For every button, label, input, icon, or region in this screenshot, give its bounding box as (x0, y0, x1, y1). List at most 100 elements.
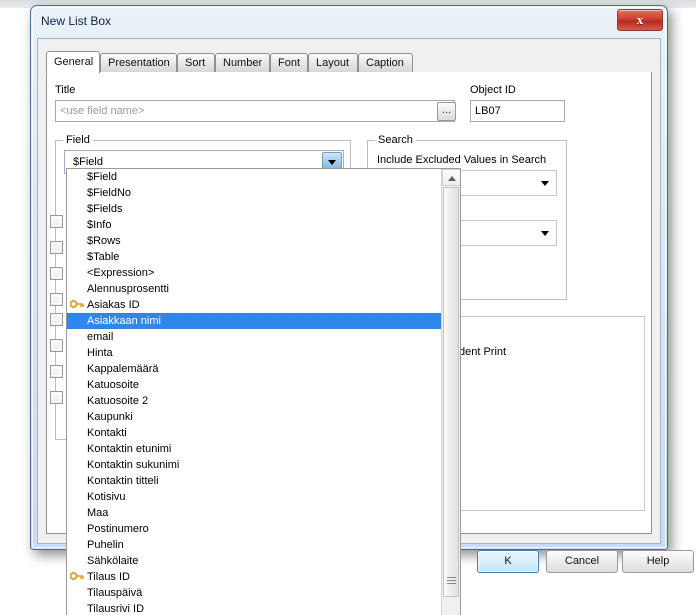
dropdown-item-label: email (87, 331, 114, 343)
dropdown-item[interactable]: Tilauspäivä (67, 585, 442, 601)
scrollbar-grip-icon (447, 577, 456, 584)
checkbox-inner (52, 243, 61, 252)
list-checkbox-0[interactable] (50, 215, 63, 228)
object-id-input[interactable]: LB07 (470, 100, 565, 122)
dropdown-item[interactable]: email (67, 329, 442, 345)
title-bar[interactable]: New List Box x (31, 6, 667, 36)
dropdown-item-label: $Rows (87, 235, 121, 247)
dropdown-item[interactable]: Sähkölaite (67, 553, 442, 569)
dropdown-item[interactable]: Katuosoite 2 (67, 393, 442, 409)
dropdown-item-label: Kontakti (87, 427, 127, 439)
checkbox-inner (52, 393, 61, 402)
dropdown-item[interactable]: $Fields (67, 201, 442, 217)
dropdown-item[interactable]: Hinta (67, 345, 442, 361)
scrollbar-thumb[interactable] (443, 187, 459, 597)
list-checkbox-6[interactable] (50, 365, 63, 378)
include-excluded-label: Include Excluded Values in Search (377, 154, 547, 166)
dropdown-item[interactable]: Kotisivu (67, 489, 442, 505)
dropdown-item[interactable]: Postinumero (67, 521, 442, 537)
dropdown-item-label: Hinta (87, 347, 113, 359)
field-group-label: Field (63, 134, 93, 146)
list-checkbox-1[interactable] (50, 241, 63, 254)
dropdown-item[interactable]: <Expression> (67, 265, 442, 281)
scroll-up-button[interactable] (442, 169, 460, 186)
title-browse-button[interactable]: ... (437, 102, 456, 121)
list-checkbox-3[interactable] (50, 293, 63, 306)
dropdown-item[interactable]: $Table (67, 249, 442, 265)
title-input[interactable]: <use field name> (55, 100, 455, 122)
chevron-down-icon (328, 160, 336, 165)
dropdown-item[interactable]: $Field (67, 169, 442, 185)
tab-number[interactable]: Number (215, 53, 270, 73)
tab-layout[interactable]: Layout (308, 53, 358, 73)
dropdown-items: $Field $FieldNo $Fields $Info $Rows $Table <Ex… (67, 169, 442, 615)
dropdown-item-label: $Info (87, 219, 112, 231)
window-title: New List Box (41, 14, 112, 28)
tab-font[interactable]: Font (270, 53, 308, 73)
checkbox-inner (52, 341, 61, 350)
dropdown-item-label: Kontaktin titteli (87, 475, 159, 487)
dropdown-item[interactable]: Kappalemäärä (67, 361, 442, 377)
dropdown-item[interactable]: Tilaus ID (67, 569, 442, 585)
dropdown-item-label: $Field (87, 171, 117, 183)
list-checkbox-7[interactable] (50, 391, 63, 404)
dropdown-item-label: Katuosoite 2 (87, 395, 149, 407)
chevron-up-icon (447, 175, 456, 181)
include-excluded-arrow-box[interactable] (535, 172, 555, 194)
dropdown-item[interactable]: Asiakkaan nimi (67, 313, 442, 329)
search-group-label: Search (375, 134, 416, 146)
dropdown-item-label: Asiakkaan nimi (87, 315, 161, 327)
dropdown-item[interactable]: Tilausrivi ID (67, 601, 442, 615)
dropdown-item[interactable]: Puhelin (67, 537, 442, 553)
list-checkbox-5[interactable] (50, 339, 63, 352)
dropdown-item[interactable]: Alennusprosentti (67, 281, 442, 297)
dropdown-item[interactable]: Asiakas ID (67, 297, 442, 313)
dropdown-item[interactable]: Maa (67, 505, 442, 521)
dropdown-item-label: Kappalemäärä (87, 363, 159, 375)
ok-button[interactable]: K (477, 550, 539, 573)
dropdown-scrollbar[interactable] (441, 169, 460, 615)
screen: New List Box x General Presentation Sort Nu… (0, 0, 696, 615)
title-label: Title (55, 84, 76, 96)
dropdown-item-label: <Expression> (87, 267, 155, 279)
dropdown-item[interactable]: Kontaktin titteli (67, 473, 442, 489)
field-dropdown-list[interactable]: $Field $FieldNo $Fields $Info $Rows $Table <Ex… (66, 168, 461, 615)
dropdown-item-label: $Table (87, 251, 120, 263)
dropdown-item-label: Kaupunki (87, 411, 133, 423)
dropdown-item-label: Tilaus ID (87, 571, 130, 583)
dropdown-item-label: $FieldNo (87, 187, 132, 199)
tab-presentation[interactable]: Presentation (100, 53, 177, 73)
dropdown-item-label: Postinumero (87, 523, 149, 535)
key-icon (70, 300, 84, 308)
tab-general[interactable]: General (46, 51, 100, 74)
search-mode-arrow-box[interactable] (535, 222, 555, 244)
dropdown-item-label: Maa (87, 507, 109, 519)
dropdown-item-label: Kontaktin etunimi (87, 443, 172, 455)
dropdown-item-label: Puhelin (87, 539, 124, 551)
tab-sort[interactable]: Sort (177, 53, 215, 73)
dropdown-item[interactable]: Kontaktin sukunimi (67, 457, 442, 473)
cancel-button[interactable]: Cancel (546, 550, 618, 573)
dropdown-item[interactable]: Katuosoite (67, 377, 442, 393)
dropdown-item[interactable]: Kontaktin etunimi (67, 441, 442, 457)
dropdown-item-label: Tilauspäivä (87, 587, 143, 599)
list-checkbox-2[interactable] (50, 267, 63, 280)
dropdown-item-label: Sähkölaite (87, 555, 139, 567)
checkbox-inner (52, 367, 61, 376)
checkbox-inner (52, 315, 61, 324)
close-button[interactable]: x (617, 9, 663, 31)
dropdown-item-label: Alennusprosentti (87, 283, 169, 295)
key-icon (70, 572, 84, 580)
dropdown-item[interactable]: Kaupunki (67, 409, 442, 425)
dropdown-item[interactable]: $FieldNo (67, 185, 442, 201)
dropdown-item[interactable]: $Rows (67, 233, 442, 249)
list-checkbox-4[interactable] (50, 313, 63, 326)
chevron-down-icon (541, 231, 549, 236)
dropdown-item[interactable]: $Info (67, 217, 442, 233)
dropdown-item-label: Asiakas ID (87, 299, 140, 311)
checkbox-inner (52, 295, 61, 304)
help-button[interactable]: Help (622, 550, 694, 573)
tab-caption[interactable]: Caption (358, 53, 413, 73)
dropdown-item[interactable]: Kontakti (67, 425, 442, 441)
dropdown-item-label: Katuosoite (87, 379, 139, 391)
